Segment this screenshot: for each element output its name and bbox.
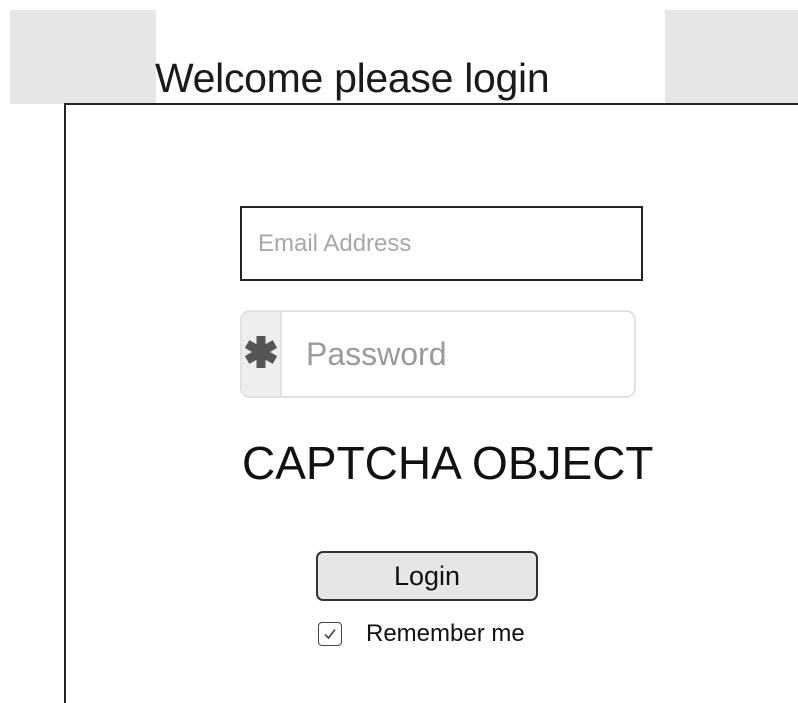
password-addon [242,312,282,396]
background-block-left [10,10,156,104]
email-field[interactable] [240,206,643,281]
background-block-right [665,10,798,104]
remember-me-checkbox[interactable] [318,622,342,646]
password-field[interactable] [282,312,634,396]
password-group [240,310,636,398]
remember-me-label: Remember me [366,620,525,647]
checkmark-icon [324,629,336,640]
remember-me[interactable]: Remember me [318,620,525,648]
asterisk-icon [242,333,280,376]
login-panel [64,103,798,703]
captcha-object[interactable]: CAPTCHA OBJECT [242,440,654,486]
page-title: Welcome please login [155,55,550,101]
login-button[interactable]: Login [316,551,538,601]
